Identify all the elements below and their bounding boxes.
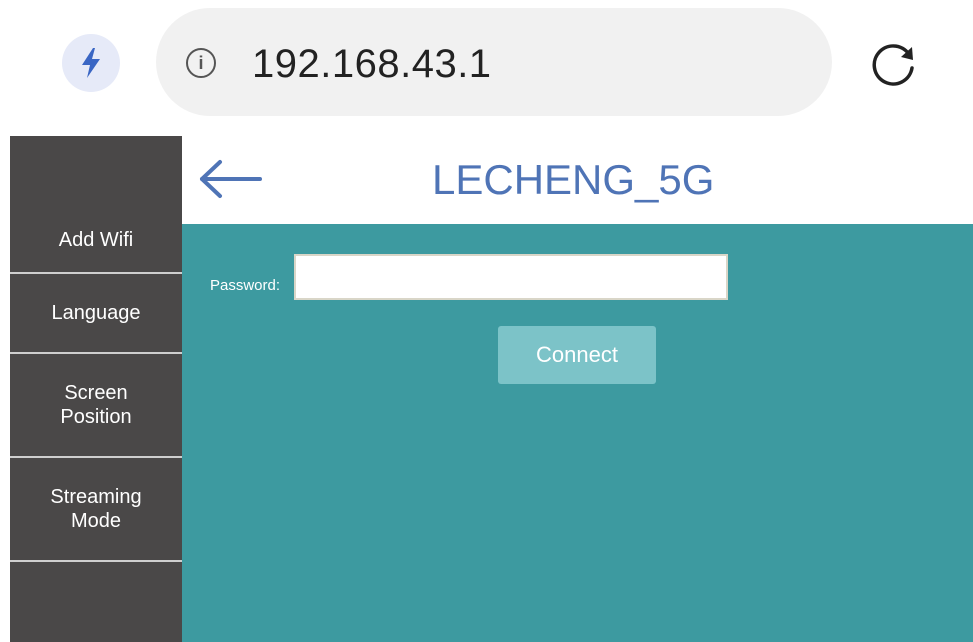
reload-icon[interactable] [866,38,920,92]
info-icon[interactable]: i [186,48,216,78]
sidebar-item-streaming-mode[interactable]: Streaming Mode [10,458,182,562]
sidebar-item-label: Language [51,302,141,324]
browser-toolbar: i 192.168.43.1 [0,0,973,125]
sidebar-item-label: Add Wifi [58,229,134,251]
password-label: Password: [210,277,281,294]
sidebar-item-language[interactable]: Language [10,274,182,354]
bolt-icon[interactable] [62,34,120,92]
connect-button[interactable]: Connect [498,326,656,384]
page-title: LECHENG_5G [432,156,715,203]
sidebar: Add Wifi Language Screen Position Stream… [10,136,182,642]
sidebar-item-add-wifi[interactable]: Add Wifi [10,208,182,274]
sidebar-item-label: Screen Position [60,382,132,428]
sidebar-item-screen-position[interactable]: Screen Position [10,354,182,458]
password-input[interactable] [294,254,728,300]
wifi-connect-panel: Password: Connect [182,224,973,642]
sidebar-item-label: Streaming Mode [50,486,142,532]
arrow-left-icon[interactable] [196,158,264,200]
page-header: LECHENG_5G [182,136,973,224]
url-text[interactable]: 192.168.43.1 [252,40,492,88]
